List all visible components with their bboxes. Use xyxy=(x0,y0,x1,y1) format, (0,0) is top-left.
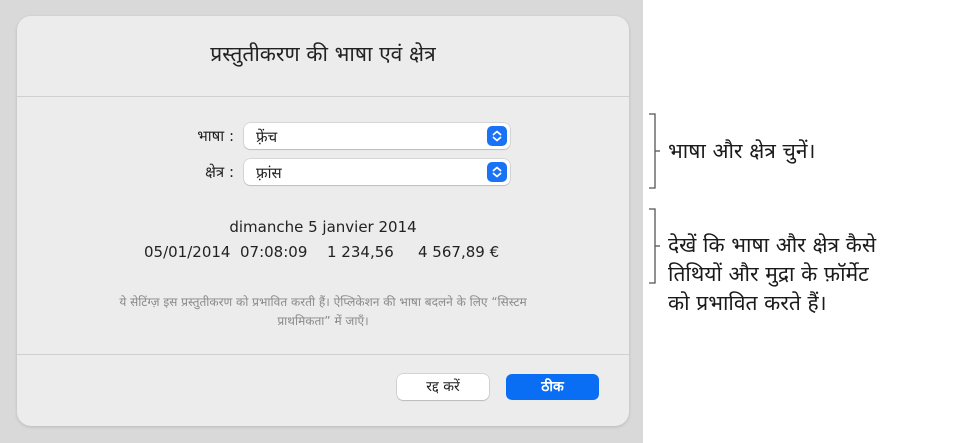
callout-line: देखें कि भाषा और क्षेत्र कैसे xyxy=(668,233,877,257)
region-label: क्षेत्र : xyxy=(205,163,234,181)
callout-text: भाषा और क्षेत्र चुनें। xyxy=(668,139,816,163)
preview-time: 07:08:09 xyxy=(240,243,308,261)
callout-bracket xyxy=(648,208,660,284)
title-divider xyxy=(17,96,629,97)
cancel-button[interactable]: रद्द करें xyxy=(397,374,489,400)
chevron-up-down-icon xyxy=(487,162,507,182)
preview-short-date: 05/01/2014 xyxy=(144,243,231,261)
language-label: भाषा : xyxy=(197,127,234,145)
language-popup[interactable]: फ़्रेंच xyxy=(244,123,510,149)
region-popup-value: फ़्रांस xyxy=(256,164,282,182)
settings-hint-line: प्राथमिकता” में जाएँ। xyxy=(277,314,369,328)
language-popup-value: फ़्रेंच xyxy=(256,128,278,146)
settings-hint-line: ये सेटिंग्ज़ इस प्रस्तुतीकरण को प्रभावित… xyxy=(119,295,527,309)
callout-language-region: भाषा और क्षेत्र चुनें। xyxy=(668,137,815,166)
callout-preview: देखें कि भाषा और क्षेत्र कैसे तिथियों और… xyxy=(668,231,876,318)
preview-currency: 4 567,89 € xyxy=(418,243,500,261)
region-popup[interactable]: फ़्रांस xyxy=(244,159,510,185)
settings-hint: ये सेटिंग्ज़ इस प्रस्तुतीकरण को प्रभावित… xyxy=(17,293,629,331)
chevron-up-down-icon xyxy=(487,126,507,146)
language-region-dialog: प्रस्तुतीकरण की भाषा एवं क्षेत्र भाषा : … xyxy=(17,16,629,426)
preview-number: 1 234,56 xyxy=(327,243,394,261)
footer-divider xyxy=(17,354,629,355)
preview-long-date: dimanche 5 janvier 2014 xyxy=(229,218,417,236)
dialog-title: प्रस्तुतीकरण की भाषा एवं क्षेत्र xyxy=(210,42,436,66)
callout-line: तिथियों और मुद्रा के फ़ॉर्मेट xyxy=(668,262,869,286)
ok-button[interactable]: ठीक xyxy=(506,374,599,400)
callout-bracket xyxy=(648,113,660,189)
callout-line: को प्रभावित करते हैं। xyxy=(668,291,827,315)
